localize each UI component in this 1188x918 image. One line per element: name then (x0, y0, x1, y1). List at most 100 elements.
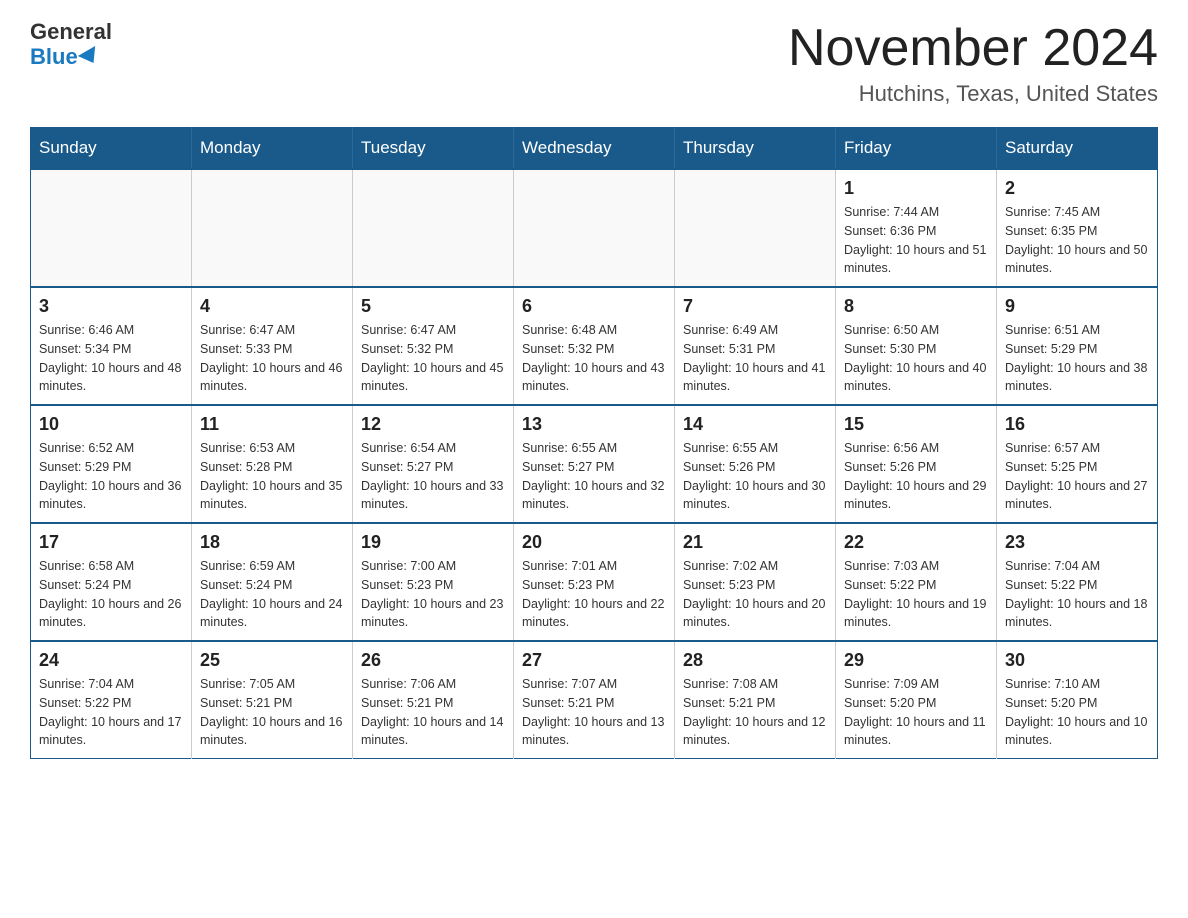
calendar-cell: 21Sunrise: 7:02 AMSunset: 5:23 PMDayligh… (675, 523, 836, 641)
day-number: 17 (39, 532, 183, 553)
day-info: Sunrise: 7:06 AMSunset: 5:21 PMDaylight:… (361, 675, 505, 750)
day-number: 16 (1005, 414, 1149, 435)
calendar-cell: 29 Sunrise: 7:09 AMSunset: 5:20 PMDayligh… (836, 641, 997, 759)
day-info: Sunrise: 6:54 AMSunset: 5:27 PMDaylight:… (361, 439, 505, 514)
day-info: Sunrise: 6:58 AMSunset: 5:24 PMDaylight:… (39, 557, 183, 632)
calendar-cell: 12 Sunrise: 6:54 AMSunset: 5:27 PMDayligh… (353, 405, 514, 523)
day-info: Sunrise: 7:45 AMSunset: 6:35 PMDaylight:… (1005, 203, 1149, 278)
day-info: Sunrise: 7:09 AMSunset: 5:20 PMDaylight:… (844, 675, 988, 750)
day-info: Sunrise: 6:59 AMSunset: 5:24 PMDaylight:… (200, 557, 344, 632)
day-number: 27 (522, 650, 666, 671)
day-info: Sunrise: 6:47 AMSunset: 5:32 PMDaylight:… (361, 321, 505, 396)
day-number: 20 (522, 532, 666, 553)
calendar-cell: 5 Sunrise: 6:47 AMSunset: 5:32 PMDaylight… (353, 287, 514, 405)
calendar-cell: 24Sunrise: 7:04 AMSunset: 5:22 PMDayligh… (31, 641, 192, 759)
column-header-sunday: Sunday (31, 128, 192, 170)
calendar-cell: 20 Sunrise: 7:01 AMSunset: 5:23 PMDayligh… (514, 523, 675, 641)
day-number: 4 (200, 296, 344, 317)
day-number: 9 (1005, 296, 1149, 317)
calendar-subtitle: Hutchins, Texas, United States (788, 81, 1158, 107)
day-number: 6 (522, 296, 666, 317)
day-info: Sunrise: 6:46 AMSunset: 5:34 PMDaylight:… (39, 321, 183, 396)
day-info: Sunrise: 6:52 AMSunset: 5:29 PMDaylight:… (39, 439, 183, 514)
page-header: General Blue November 2024 Hutchins, Tex… (30, 20, 1158, 107)
day-number: 26 (361, 650, 505, 671)
column-header-monday: Monday (192, 128, 353, 170)
logo-general-text: General (30, 20, 112, 44)
calendar-cell: 10 Sunrise: 6:52 AMSunset: 5:29 PMDayligh… (31, 405, 192, 523)
day-number: 29 (844, 650, 988, 671)
calendar-week-row: 3 Sunrise: 6:46 AMSunset: 5:34 PMDaylight… (31, 287, 1158, 405)
day-info: Sunrise: 7:08 AMSunset: 5:21 PMDaylight:… (683, 675, 827, 750)
calendar-cell: 14 Sunrise: 6:55 AMSunset: 5:26 PMDayligh… (675, 405, 836, 523)
logo-blue-text: Blue (30, 44, 100, 70)
day-number: 10 (39, 414, 183, 435)
calendar-cell: 11 Sunrise: 6:53 AMSunset: 5:28 PMDayligh… (192, 405, 353, 523)
calendar-cell: 28 Sunrise: 7:08 AMSunset: 5:21 PMDayligh… (675, 641, 836, 759)
calendar-title: November 2024 (788, 20, 1158, 77)
day-info: Sunrise: 6:50 AMSunset: 5:30 PMDaylight:… (844, 321, 988, 396)
day-info: Sunrise: 7:00 AMSunset: 5:23 PMDaylight:… (361, 557, 505, 632)
day-info: Sunrise: 7:07 AMSunset: 5:21 PMDaylight:… (522, 675, 666, 750)
calendar-week-row: 17 Sunrise: 6:58 AMSunset: 5:24 PMDayligh… (31, 523, 1158, 641)
day-info: Sunrise: 7:04 AMSunset: 5:22 PMDaylight:… (1005, 557, 1149, 632)
day-info: Sunrise: 6:51 AMSunset: 5:29 PMDaylight:… (1005, 321, 1149, 396)
day-number: 14 (683, 414, 827, 435)
logo-triangle-icon (78, 46, 102, 68)
day-info: Sunrise: 6:53 AMSunset: 5:28 PMDaylight:… (200, 439, 344, 514)
column-header-friday: Friday (836, 128, 997, 170)
calendar-cell: 16Sunrise: 6:57 AMSunset: 5:25 PMDayligh… (997, 405, 1158, 523)
day-number: 3 (39, 296, 183, 317)
calendar-header-row: SundayMondayTuesdayWednesdayThursdayFrid… (31, 128, 1158, 170)
calendar-cell: 19 Sunrise: 7:00 AMSunset: 5:23 PMDayligh… (353, 523, 514, 641)
day-number: 11 (200, 414, 344, 435)
day-info: Sunrise: 7:03 AMSunset: 5:22 PMDaylight:… (844, 557, 988, 632)
day-number: 19 (361, 532, 505, 553)
day-info: Sunrise: 7:01 AMSunset: 5:23 PMDaylight:… (522, 557, 666, 632)
calendar-cell: 7 Sunrise: 6:49 AMSunset: 5:31 PMDaylight… (675, 287, 836, 405)
calendar-cell: 9 Sunrise: 6:51 AMSunset: 5:29 PMDaylight… (997, 287, 1158, 405)
day-info: Sunrise: 7:02 AMSunset: 5:23 PMDaylight:… (683, 557, 827, 632)
day-number: 15 (844, 414, 988, 435)
day-number: 18 (200, 532, 344, 553)
calendar-cell (675, 169, 836, 287)
calendar-cell (31, 169, 192, 287)
day-number: 25 (200, 650, 344, 671)
title-block: November 2024 Hutchins, Texas, United St… (788, 20, 1158, 107)
calendar-week-row: 24Sunrise: 7:04 AMSunset: 5:22 PMDayligh… (31, 641, 1158, 759)
calendar-cell: 2 Sunrise: 7:45 AMSunset: 6:35 PMDaylight… (997, 169, 1158, 287)
day-info: Sunrise: 6:56 AMSunset: 5:26 PMDaylight:… (844, 439, 988, 514)
calendar-cell: 25Sunrise: 7:05 AMSunset: 5:21 PMDayligh… (192, 641, 353, 759)
calendar-table: SundayMondayTuesdayWednesdayThursdayFrid… (30, 127, 1158, 759)
day-number: 2 (1005, 178, 1149, 199)
calendar-cell: 13Sunrise: 6:55 AMSunset: 5:27 PMDayligh… (514, 405, 675, 523)
calendar-cell: 18 Sunrise: 6:59 AMSunset: 5:24 PMDayligh… (192, 523, 353, 641)
calendar-cell (514, 169, 675, 287)
calendar-cell (192, 169, 353, 287)
calendar-cell: 27 Sunrise: 7:07 AMSunset: 5:21 PMDayligh… (514, 641, 675, 759)
calendar-cell: 6Sunrise: 6:48 AMSunset: 5:32 PMDaylight… (514, 287, 675, 405)
column-header-tuesday: Tuesday (353, 128, 514, 170)
day-number: 13 (522, 414, 666, 435)
day-number: 7 (683, 296, 827, 317)
day-number: 12 (361, 414, 505, 435)
day-number: 5 (361, 296, 505, 317)
day-number: 8 (844, 296, 988, 317)
day-info: Sunrise: 6:49 AMSunset: 5:31 PMDaylight:… (683, 321, 827, 396)
calendar-cell: 26 Sunrise: 7:06 AMSunset: 5:21 PMDayligh… (353, 641, 514, 759)
column-header-saturday: Saturday (997, 128, 1158, 170)
day-number: 1 (844, 178, 988, 199)
calendar-cell: 8 Sunrise: 6:50 AMSunset: 5:30 PMDaylight… (836, 287, 997, 405)
day-info: Sunrise: 6:55 AMSunset: 5:26 PMDaylight:… (683, 439, 827, 514)
column-header-wednesday: Wednesday (514, 128, 675, 170)
calendar-cell: 4Sunrise: 6:47 AMSunset: 5:33 PMDaylight… (192, 287, 353, 405)
logo: General Blue (30, 20, 112, 70)
calendar-week-row: 10 Sunrise: 6:52 AMSunset: 5:29 PMDayligh… (31, 405, 1158, 523)
calendar-cell: 22Sunrise: 7:03 AMSunset: 5:22 PMDayligh… (836, 523, 997, 641)
day-number: 23 (1005, 532, 1149, 553)
day-number: 28 (683, 650, 827, 671)
calendar-cell: 1Sunrise: 7:44 AMSunset: 6:36 PMDaylight… (836, 169, 997, 287)
calendar-cell: 30Sunrise: 7:10 AMSunset: 5:20 PMDayligh… (997, 641, 1158, 759)
calendar-cell: 17 Sunrise: 6:58 AMSunset: 5:24 PMDayligh… (31, 523, 192, 641)
calendar-week-row: 1Sunrise: 7:44 AMSunset: 6:36 PMDaylight… (31, 169, 1158, 287)
